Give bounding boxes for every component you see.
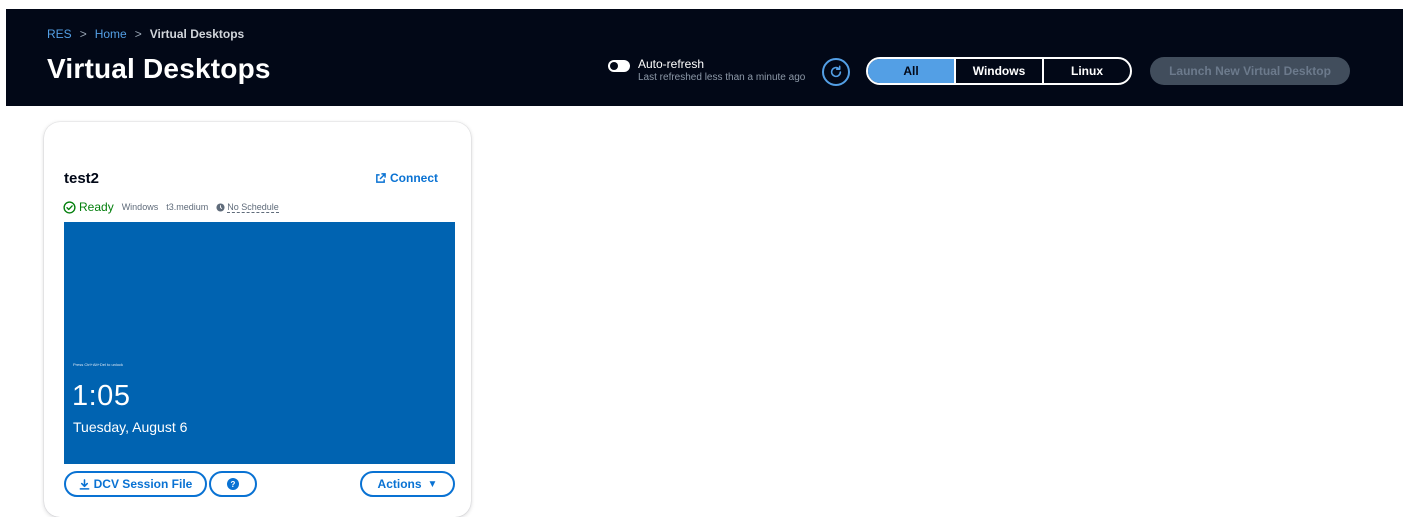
launch-desktop-button[interactable]: Launch New Virtual Desktop xyxy=(1150,57,1350,85)
breadcrumb-home[interactable]: Home xyxy=(95,27,127,41)
os-label: Windows xyxy=(121,202,159,212)
actions-button[interactable]: Actions ▼ xyxy=(360,471,455,497)
refresh-button[interactable] xyxy=(822,58,850,86)
page-header: RES > Home > Virtual Desktops Virtual De… xyxy=(6,9,1403,106)
external-link-icon xyxy=(376,172,386,183)
status-indicator: Ready xyxy=(63,200,114,214)
caret-down-icon: ▼ xyxy=(427,478,438,490)
status-text: Ready xyxy=(79,200,114,214)
preview-date: Tuesday, August 6 xyxy=(73,419,188,435)
desktop-name: test2 xyxy=(64,170,100,187)
preview-hint: Press Ctrl+Alt+Del to unlock xyxy=(73,362,124,367)
desktop-card: test2 Connect Ready Windows t3.medium No… xyxy=(44,122,471,517)
desktop-preview: Press Ctrl+Alt+Del to unlock 1:05 Tuesda… xyxy=(64,222,455,464)
dcv-session-file-label: DCV Session File xyxy=(93,477,193,491)
desktop-status-row: Ready Windows t3.medium No Schedule xyxy=(63,200,279,214)
page-title: Virtual Desktops xyxy=(47,53,271,84)
auto-refresh-status: Last refreshed less than a minute ago xyxy=(638,72,806,83)
breadcrumb: RES > Home > Virtual Desktops xyxy=(47,27,244,41)
actions-label: Actions xyxy=(377,477,422,491)
filter-linux[interactable]: Linux xyxy=(1042,59,1130,83)
breadcrumb-res[interactable]: RES xyxy=(47,27,72,41)
download-icon xyxy=(79,478,90,490)
check-circle-icon xyxy=(63,200,76,214)
help-button[interactable]: ? xyxy=(209,471,257,497)
schedule-status[interactable]: No Schedule xyxy=(216,202,279,213)
help-icon: ? xyxy=(227,478,239,490)
auto-refresh: Auto-refresh Last refreshed less than a … xyxy=(608,57,805,85)
filter-all[interactable]: All xyxy=(868,59,954,83)
schedule-text: No Schedule xyxy=(227,201,279,213)
filter-windows[interactable]: Windows xyxy=(954,59,1042,83)
breadcrumb-separator: > xyxy=(134,27,142,41)
clock-icon xyxy=(216,202,225,212)
preview-time: 1:05 xyxy=(72,380,131,412)
connect-label: Connect xyxy=(390,171,438,185)
svg-text:?: ? xyxy=(231,480,236,489)
dcv-session-file-button[interactable]: DCV Session File xyxy=(64,471,207,497)
refresh-icon xyxy=(830,65,842,78)
breadcrumb-separator: > xyxy=(79,27,87,41)
os-filter: All Windows Linux xyxy=(866,57,1132,85)
breadcrumb-current: Virtual Desktops xyxy=(149,27,245,41)
auto-refresh-toggle[interactable] xyxy=(608,60,630,72)
connect-link[interactable]: Connect xyxy=(375,171,438,185)
auto-refresh-label: Auto-refresh xyxy=(638,57,705,71)
instance-type: t3.medium xyxy=(166,202,209,212)
